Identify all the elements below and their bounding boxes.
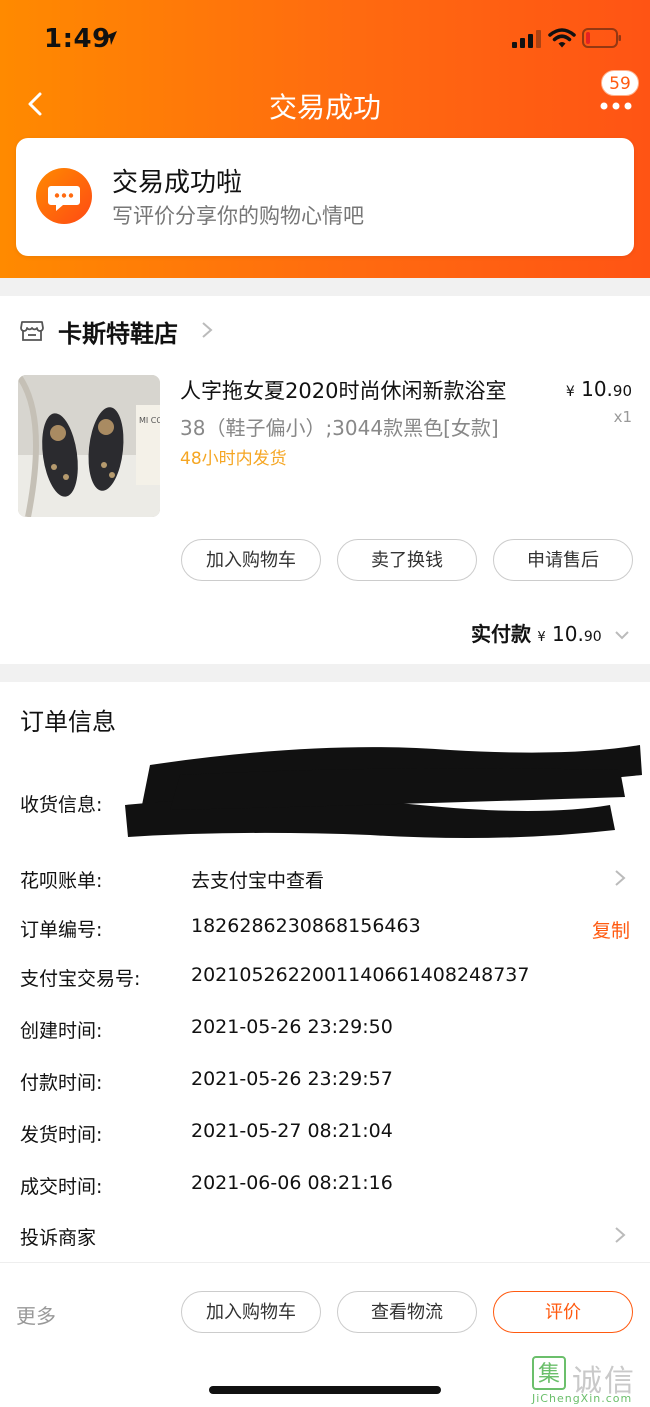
alipay-trade-label: 支付宝交易号:	[20, 968, 141, 990]
huabei-label: 花呗账单:	[20, 870, 103, 892]
paid-time-label: 付款时间:	[20, 1072, 103, 1094]
shipped-time: 2021-05-27 08:21:04	[191, 1120, 393, 1142]
product-title[interactable]: 人字拖女夏2020时尚休闲新款浴室	[180, 375, 506, 405]
page-title: 交易成功	[268, 91, 381, 124]
huabei-link[interactable]: 去支付宝中查看	[191, 866, 324, 893]
order-number-label: 订单编号:	[20, 919, 103, 941]
review-prompt-card[interactable]: 交易成功啦 写评价分享你的购物心情吧	[16, 138, 634, 256]
location-arrow-icon	[103, 31, 117, 45]
status-bar: 1:49	[0, 0, 650, 72]
amount-paid[interactable]: 实付款 ¥ 10.90	[471, 618, 630, 647]
created-time: 2021-05-26 23:29:50	[191, 1016, 393, 1038]
product-thumbnail-illustration: MI COO F AR	[18, 375, 160, 517]
battery-icon	[582, 28, 621, 48]
review-button[interactable]: 评价	[493, 1291, 633, 1333]
more-options-icon[interactable]	[598, 94, 634, 114]
status-time: 1:49	[44, 24, 111, 54]
add-to-cart-bottom-button[interactable]: 加入购物车	[181, 1291, 321, 1333]
complain-merchant-link[interactable]: 投诉商家	[20, 1223, 96, 1250]
receiver-label: 收货信息:	[20, 794, 103, 816]
store-icon	[20, 321, 44, 341]
resell-button[interactable]: 卖了换钱	[337, 539, 477, 581]
add-to-cart-button[interactable]: 加入购物车	[181, 539, 321, 581]
order-info-title: 订单信息	[20, 708, 116, 736]
success-subtitle: 写评价分享你的购物心情吧	[112, 204, 364, 228]
chevron-down-icon	[615, 631, 629, 640]
order-status-header: 1:49 交易成功 59 交易成功啦 写评价分享你的购物心情吧	[0, 0, 650, 278]
product-image-sign-text: MI COO F AR	[139, 416, 160, 425]
alipay-trade-number: 2021052622001140661408248737	[191, 964, 530, 986]
product-spec: 38（鞋子偏小）;3044款黑色[女款]	[180, 416, 499, 440]
message-badge: 59	[601, 70, 639, 96]
view-logistics-button[interactable]: 查看物流	[337, 1291, 477, 1333]
chat-bubble-icon	[36, 168, 92, 224]
more-button[interactable]: 更多	[16, 1300, 56, 1329]
shipped-time-label: 发货时间:	[20, 1124, 103, 1146]
completed-time: 2021-06-06 08:21:16	[191, 1172, 393, 1194]
created-time-label: 创建时间:	[20, 1020, 103, 1042]
home-indicator[interactable]	[209, 1386, 441, 1394]
section-divider	[0, 664, 650, 682]
nav-bar: 交易成功 59	[0, 70, 650, 134]
paid-time: 2021-05-26 23:29:57	[191, 1068, 393, 1090]
product-price: ¥ 10.90	[565, 377, 632, 401]
section-divider	[0, 278, 650, 296]
watermark-logo: 集	[532, 1356, 566, 1390]
after-sale-button[interactable]: 申请售后	[493, 539, 633, 581]
product-image[interactable]: MI COO F AR	[18, 375, 160, 517]
wifi-icon	[548, 28, 576, 48]
chevron-right-icon[interactable]	[614, 868, 626, 888]
watermark-url: JiChengXin.com	[532, 1392, 633, 1405]
product-quantity: x1	[613, 408, 632, 426]
shipping-promise: 48小时内发货	[180, 449, 287, 469]
completed-time-label: 成交时间:	[20, 1176, 103, 1198]
watermark: 集 诚信 JiChengXin.com	[532, 1356, 650, 1406]
cellular-signal-icon	[512, 30, 541, 48]
chevron-right-icon[interactable]	[200, 320, 214, 340]
copy-button[interactable]: 复制	[592, 916, 630, 943]
order-number: 1826286230868156463	[191, 915, 421, 937]
chevron-right-icon[interactable]	[614, 1225, 626, 1245]
shop-name[interactable]: 卡斯特鞋店	[58, 314, 178, 349]
success-title: 交易成功啦	[112, 168, 243, 198]
redacted-address-scribble	[125, 745, 642, 839]
